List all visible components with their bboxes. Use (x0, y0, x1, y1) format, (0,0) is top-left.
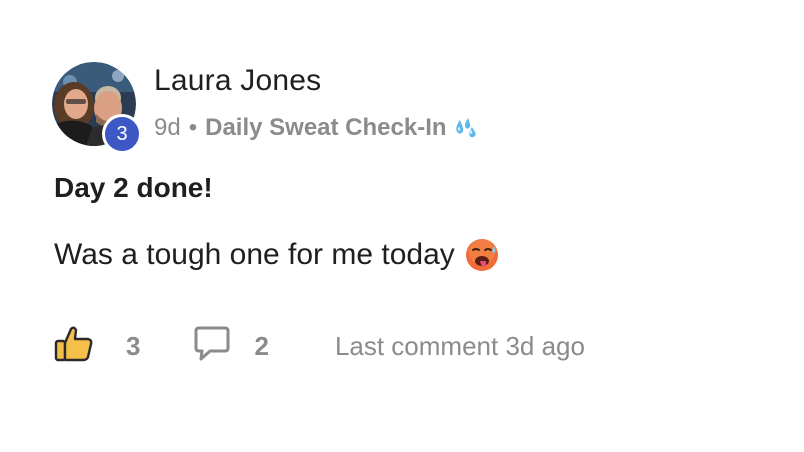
post-meta: 9d • Daily Sweat Check-In (154, 114, 479, 142)
author-avatar-group[interactable]: 3 (52, 62, 142, 154)
like-count: 3 (126, 330, 141, 361)
post-title: Day 2 done! (54, 172, 213, 203)
meta-separator: • (188, 114, 198, 141)
level-badge: 3 (102, 114, 142, 154)
last-comment-time[interactable]: Last comment 3d ago (335, 331, 585, 362)
thumbs-up-icon (54, 325, 94, 368)
post-body: Was a tough one for me today (54, 238, 499, 272)
post-actions: 3 2 Last comment 3d ago (54, 324, 585, 368)
like-button[interactable]: 3 (54, 325, 140, 368)
author-name[interactable]: Laura Jones (154, 64, 321, 98)
post-age: 9d (154, 114, 181, 141)
comment-count: 2 (254, 330, 269, 361)
sweat-droplets-icon (453, 116, 479, 140)
post-card: 3 Laura Jones 9d • Daily Sweat Check-In … (0, 0, 804, 452)
speech-bubble-icon (192, 325, 232, 368)
post-body-text: Was a tough one for me today (54, 238, 455, 271)
channel-link[interactable]: Daily Sweat Check-In (205, 114, 446, 142)
comment-button[interactable]: 2 (192, 325, 269, 368)
hot-face-icon (465, 238, 499, 272)
